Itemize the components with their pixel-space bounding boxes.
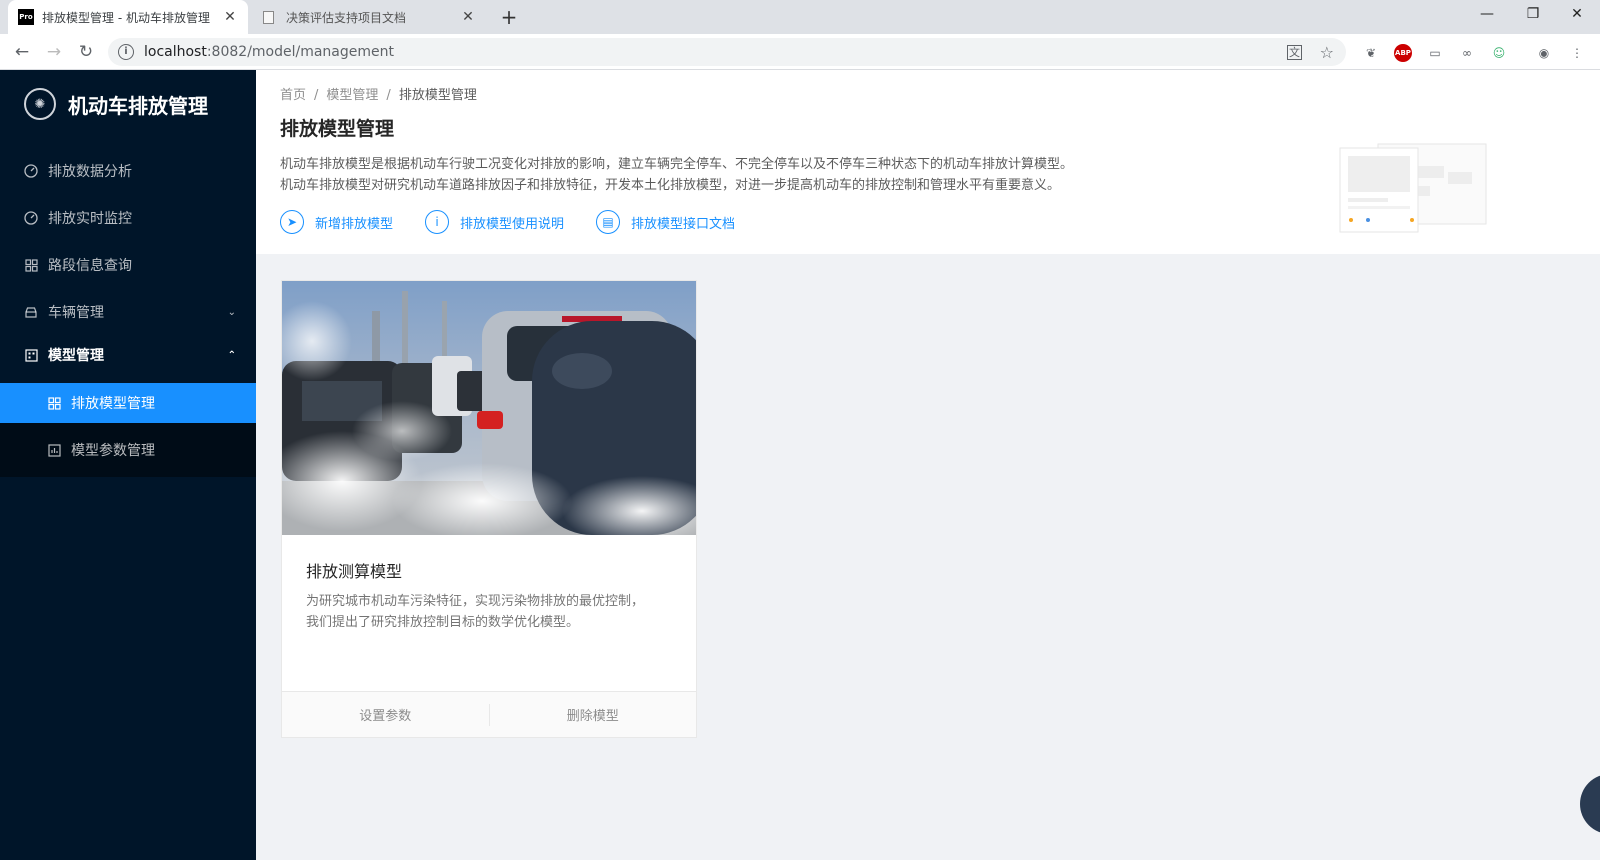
restore-icon[interactable]: ❐: [1510, 0, 1556, 30]
sidebar-item-realtime-monitor[interactable]: 排放实时监控: [0, 198, 256, 238]
sidebar: ✺ 机动车排放管理 排放数据分析 排放实时监控 路段信息查询 车辆管理 ⌄ 模型…: [0, 70, 256, 860]
page-description: 机动车排放模型是根据机动车行驶工况变化对排放的影响，建立车辆完全停车、不完全停车…: [280, 154, 1160, 196]
back-icon[interactable]: ←: [10, 40, 34, 64]
header-illustration: [1339, 143, 1487, 233]
browser-toolbar: ← → ↻ i localhost:8082/model/management …: [0, 34, 1600, 70]
card-description-line: 我们提出了研究排放控制目标的数学优化模型。: [306, 615, 580, 630]
extension-leaf-icon[interactable]: ❦: [1362, 44, 1380, 62]
sidebar-item-label: 车辆管理: [48, 305, 104, 321]
sidebar-item-emission-analysis[interactable]: 排放数据分析: [0, 151, 256, 191]
chevron-up-icon: ⌃: [227, 349, 236, 361]
pro-favicon-icon: Pro: [18, 9, 34, 25]
chart-icon: [48, 443, 61, 457]
browser-tab-active[interactable]: Pro 排放模型管理 - 机动车排放管理 ✕: [8, 0, 248, 34]
link-label: 新增排放模型: [315, 216, 394, 232]
description-line: 机动车排放模型是根据机动车行驶工况变化对排放的影响，建立车辆完全停车、不完全停车…: [280, 157, 1074, 172]
sidebar-item-label: 排放数据分析: [48, 164, 132, 180]
model-usage-link[interactable]: i 排放模型使用说明: [425, 210, 564, 234]
sidebar-item-model-management[interactable]: 模型管理 ⌃: [0, 335, 256, 375]
sidebar-subitem-label: 模型参数管理: [71, 443, 155, 459]
adblock-icon[interactable]: ABP: [1394, 44, 1412, 62]
tab-title: 决策评估支持项目文档: [286, 10, 407, 25]
api-doc-link[interactable]: ▤ 排放模型接口文档: [596, 210, 735, 234]
minimize-icon[interactable]: —: [1464, 0, 1510, 30]
dashboard-icon: [24, 211, 38, 225]
sidebar-item-road-query[interactable]: 路段信息查询: [0, 245, 256, 285]
browser-tab-strip: Pro 排放模型管理 - 机动车排放管理 ✕ 决策评估支持项目文档 ✕ + — …: [0, 0, 1600, 34]
reader-icon[interactable]: ▭: [1426, 44, 1444, 62]
card-description: 为研究城市机动车污染特征，实现污染物排放的最优控制， 我们提出了研究排放控制目标…: [306, 591, 676, 633]
add-model-link[interactable]: ➤ 新增排放模型: [280, 210, 393, 234]
extension-face-icon[interactable]: ☺: [1490, 44, 1508, 62]
sidebar-logo[interactable]: ✺ 机动车排放管理: [24, 86, 208, 122]
sidebar-item-label: 模型管理: [48, 348, 104, 364]
breadcrumb-model-management[interactable]: 模型管理: [326, 88, 378, 103]
card-actions: 设置参数 删除模型: [282, 691, 696, 737]
menu-dots-icon[interactable]: ⋮: [1568, 44, 1586, 62]
window-close-icon[interactable]: ✕: [1554, 0, 1600, 30]
project-icon: [24, 348, 38, 362]
appstore-icon: [24, 258, 38, 272]
site-info-icon[interactable]: i: [118, 44, 134, 60]
tab-title: 排放模型管理 - 机动车排放管理: [42, 10, 210, 25]
browser-tab-inactive[interactable]: 决策评估支持项目文档 ✕: [250, 0, 486, 34]
header-links: ➤ 新增排放模型 i 排放模型使用说明 ▤ 排放模型接口文档: [280, 210, 767, 234]
floating-help-button[interactable]: [1580, 774, 1600, 834]
sidebar-subitem-label: 排放模型管理: [71, 396, 155, 412]
sidebar-item-label: 路段信息查询: [48, 258, 132, 274]
infinity-icon[interactable]: ∞: [1458, 44, 1476, 62]
logo-seal-icon: ✺: [24, 88, 56, 120]
card-description-line: 为研究城市机动车污染特征，实现污染物排放的最优控制，: [306, 594, 645, 609]
info-icon: i: [425, 210, 450, 234]
breadcrumb: 首页 / 模型管理 / 排放模型管理: [280, 88, 477, 103]
dashboard-icon: [24, 164, 38, 178]
link-label: 排放模型接口文档: [631, 216, 736, 232]
forward-icon[interactable]: →: [42, 40, 66, 64]
bookmark-star-icon[interactable]: ☆: [1320, 43, 1334, 62]
close-tab-icon[interactable]: ✕: [460, 9, 476, 25]
translate-icon[interactable]: 文: [1287, 44, 1302, 60]
card-title: 排放测算模型: [306, 562, 403, 581]
page-header: 首页 / 模型管理 / 排放模型管理 排放模型管理 机动车排放模型是根据机动车行驶工况变…: [256, 70, 1600, 254]
model-card[interactable]: 排放测算模型 为研究城市机动车污染特征，实现污染物排放的最优控制， 我们提出了研…: [281, 280, 697, 738]
sidebar-item-label: 排放实时监控: [48, 211, 132, 227]
document-favicon-icon: [263, 10, 274, 24]
page-title: 排放模型管理: [280, 118, 395, 140]
link-label: 排放模型使用说明: [460, 216, 565, 232]
chevron-down-icon: ⌄: [227, 306, 236, 318]
address-bar[interactable]: i localhost:8082/model/management 文 ☆: [108, 38, 1346, 66]
traffic-exhaust-illustration: [282, 281, 696, 535]
profile-avatar-icon[interactable]: ◉: [1535, 44, 1553, 62]
set-params-button[interactable]: 设置参数: [282, 705, 489, 724]
brand-title: 机动车排放管理: [68, 93, 208, 118]
file-icon: ▤: [596, 210, 621, 234]
appstore-icon: [48, 396, 61, 410]
sidebar-subitem-model-params[interactable]: 模型参数管理: [0, 430, 256, 470]
card-cover-image: [282, 281, 696, 535]
sidebar-subitem-emission-model[interactable]: 排放模型管理: [0, 383, 256, 423]
description-line: 机动车排放模型对研究机动车道路排放因子和排放特征，开发本土化排放模型，对进一步提…: [280, 178, 1061, 193]
close-tab-icon[interactable]: ✕: [222, 9, 238, 25]
send-icon: ➤: [280, 210, 304, 234]
url-path: :8082/model/management: [206, 44, 394, 60]
car-icon: [24, 305, 38, 319]
sidebar-item-vehicle-management[interactable]: 车辆管理 ⌄: [0, 292, 256, 332]
new-tab-icon[interactable]: +: [496, 4, 522, 30]
delete-model-button[interactable]: 删除模型: [490, 705, 697, 724]
url-host: localhost: [144, 44, 207, 60]
breadcrumb-home[interactable]: 首页: [280, 88, 306, 103]
breadcrumb-current: 排放模型管理: [398, 88, 477, 103]
reload-icon[interactable]: ↻: [74, 40, 98, 64]
